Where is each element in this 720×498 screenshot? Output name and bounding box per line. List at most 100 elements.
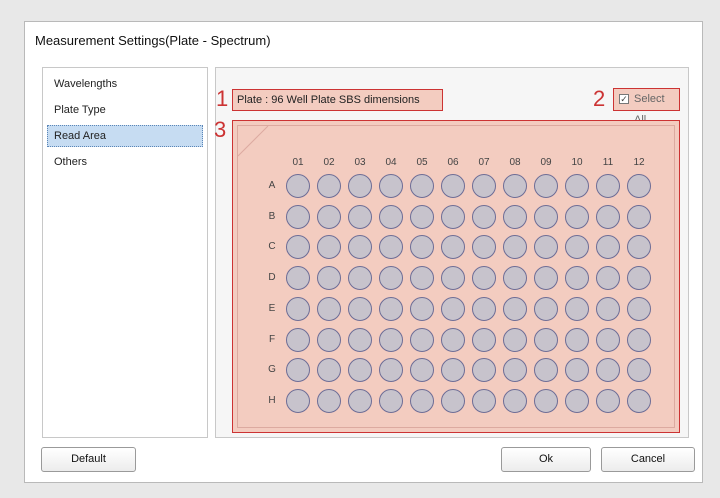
- plate-well[interactable]: [534, 358, 558, 383]
- plate-well[interactable]: [565, 204, 589, 229]
- plate-well[interactable]: [410, 266, 434, 291]
- plate-well[interactable]: [379, 358, 403, 383]
- sidebar-item-plate-type[interactable]: Plate Type: [47, 99, 203, 121]
- plate-well[interactable]: [472, 296, 496, 321]
- plate-row-header[interactable]: C: [266, 241, 278, 252]
- plate-row-header[interactable]: G: [266, 364, 278, 375]
- plate-well[interactable]: [565, 358, 589, 383]
- plate-well[interactable]: [317, 204, 341, 229]
- sidebar-item-read-area[interactable]: Read Area: [47, 125, 203, 147]
- plate-well[interactable]: [627, 204, 651, 229]
- default-button[interactable]: Default: [41, 447, 136, 472]
- plate-column-header[interactable]: 12: [624, 157, 654, 168]
- plate-well[interactable]: [317, 174, 341, 198]
- plate-well[interactable]: [596, 266, 620, 291]
- plate-well[interactable]: [286, 388, 310, 413]
- plate-well[interactable]: [410, 204, 434, 229]
- plate-well[interactable]: [596, 204, 620, 229]
- plate-well[interactable]: [348, 174, 372, 198]
- plate-well[interactable]: [472, 327, 496, 352]
- plate-column-header[interactable]: 02: [314, 157, 344, 168]
- plate-well[interactable]: [441, 388, 465, 413]
- plate-well[interactable]: [565, 174, 589, 198]
- plate-well[interactable]: [379, 174, 403, 198]
- plate-well[interactable]: [410, 174, 434, 198]
- sidebar-item-others[interactable]: Others: [47, 151, 203, 173]
- select-all-checkbox[interactable]: ✓ Select All: [613, 88, 680, 126]
- plate-well[interactable]: [596, 296, 620, 321]
- plate-well[interactable]: [472, 388, 496, 413]
- plate-well[interactable]: [379, 296, 403, 321]
- plate-well[interactable]: [317, 266, 341, 291]
- plate-row-header[interactable]: D: [266, 272, 278, 283]
- plate-well[interactable]: [441, 358, 465, 383]
- plate-well[interactable]: [596, 174, 620, 198]
- plate-well[interactable]: [286, 174, 310, 198]
- plate-well[interactable]: [379, 204, 403, 229]
- plate-well[interactable]: [410, 358, 434, 383]
- plate-well[interactable]: [596, 358, 620, 383]
- plate-well[interactable]: [441, 204, 465, 229]
- plate-well[interactable]: [472, 358, 496, 383]
- plate-well[interactable]: [534, 296, 558, 321]
- plate-well[interactable]: [534, 174, 558, 198]
- plate-well[interactable]: [627, 388, 651, 413]
- plate-well[interactable]: [410, 388, 434, 413]
- plate-column-header[interactable]: 11: [593, 157, 623, 168]
- plate-well[interactable]: [503, 266, 527, 291]
- plate-well[interactable]: [565, 296, 589, 321]
- plate-row-header[interactable]: A: [266, 180, 278, 191]
- plate-well[interactable]: [379, 388, 403, 413]
- plate-well[interactable]: [627, 174, 651, 198]
- plate-well[interactable]: [317, 296, 341, 321]
- plate-well[interactable]: [348, 266, 372, 291]
- plate-well[interactable]: [317, 388, 341, 413]
- plate-well[interactable]: [503, 358, 527, 383]
- plate-well[interactable]: [627, 296, 651, 321]
- plate-well[interactable]: [534, 204, 558, 229]
- plate-well[interactable]: [410, 296, 434, 321]
- plate-well[interactable]: [534, 327, 558, 352]
- plate-well[interactable]: [379, 266, 403, 291]
- plate-well[interactable]: [627, 358, 651, 383]
- plate-well[interactable]: [410, 327, 434, 352]
- plate-well[interactable]: [503, 204, 527, 229]
- plate-well[interactable]: [286, 358, 310, 383]
- plate-well[interactable]: [348, 204, 372, 229]
- plate-row-header[interactable]: B: [266, 211, 278, 222]
- plate-well[interactable]: [503, 388, 527, 413]
- plate-well[interactable]: [627, 327, 651, 352]
- plate-column-header[interactable]: 05: [407, 157, 437, 168]
- plate-well[interactable]: [441, 174, 465, 198]
- ok-button[interactable]: Ok: [501, 447, 591, 472]
- plate-well[interactable]: [565, 266, 589, 291]
- plate-column-header[interactable]: 10: [562, 157, 592, 168]
- sidebar-item-wavelengths[interactable]: Wavelengths: [47, 73, 203, 95]
- plate-well[interactable]: [286, 266, 310, 291]
- plate-well[interactable]: [503, 296, 527, 321]
- plate-well[interactable]: [627, 266, 651, 291]
- plate-well[interactable]: [348, 327, 372, 352]
- plate-column-header[interactable]: 01: [283, 157, 313, 168]
- plate-well[interactable]: [286, 204, 310, 229]
- plate-well[interactable]: [441, 266, 465, 291]
- plate-well[interactable]: [472, 204, 496, 229]
- plate-well[interactable]: [348, 296, 372, 321]
- plate-well[interactable]: [441, 327, 465, 352]
- plate-well[interactable]: [596, 327, 620, 352]
- plate-well[interactable]: [472, 266, 496, 291]
- checkbox-check-icon[interactable]: ✓: [619, 94, 629, 104]
- plate-well[interactable]: [565, 388, 589, 413]
- plate-well[interactable]: [379, 327, 403, 352]
- plate-well[interactable]: [317, 327, 341, 352]
- plate-column-header[interactable]: 03: [345, 157, 375, 168]
- plate-well[interactable]: [286, 327, 310, 352]
- plate-column-header[interactable]: 04: [376, 157, 406, 168]
- plate-well[interactable]: [286, 296, 310, 321]
- plate-column-header[interactable]: 06: [438, 157, 468, 168]
- plate-well[interactable]: [534, 388, 558, 413]
- plate-well[interactable]: [348, 358, 372, 383]
- plate-well[interactable]: [441, 296, 465, 321]
- plate-column-header[interactable]: 09: [531, 157, 561, 168]
- plate-well[interactable]: [534, 266, 558, 291]
